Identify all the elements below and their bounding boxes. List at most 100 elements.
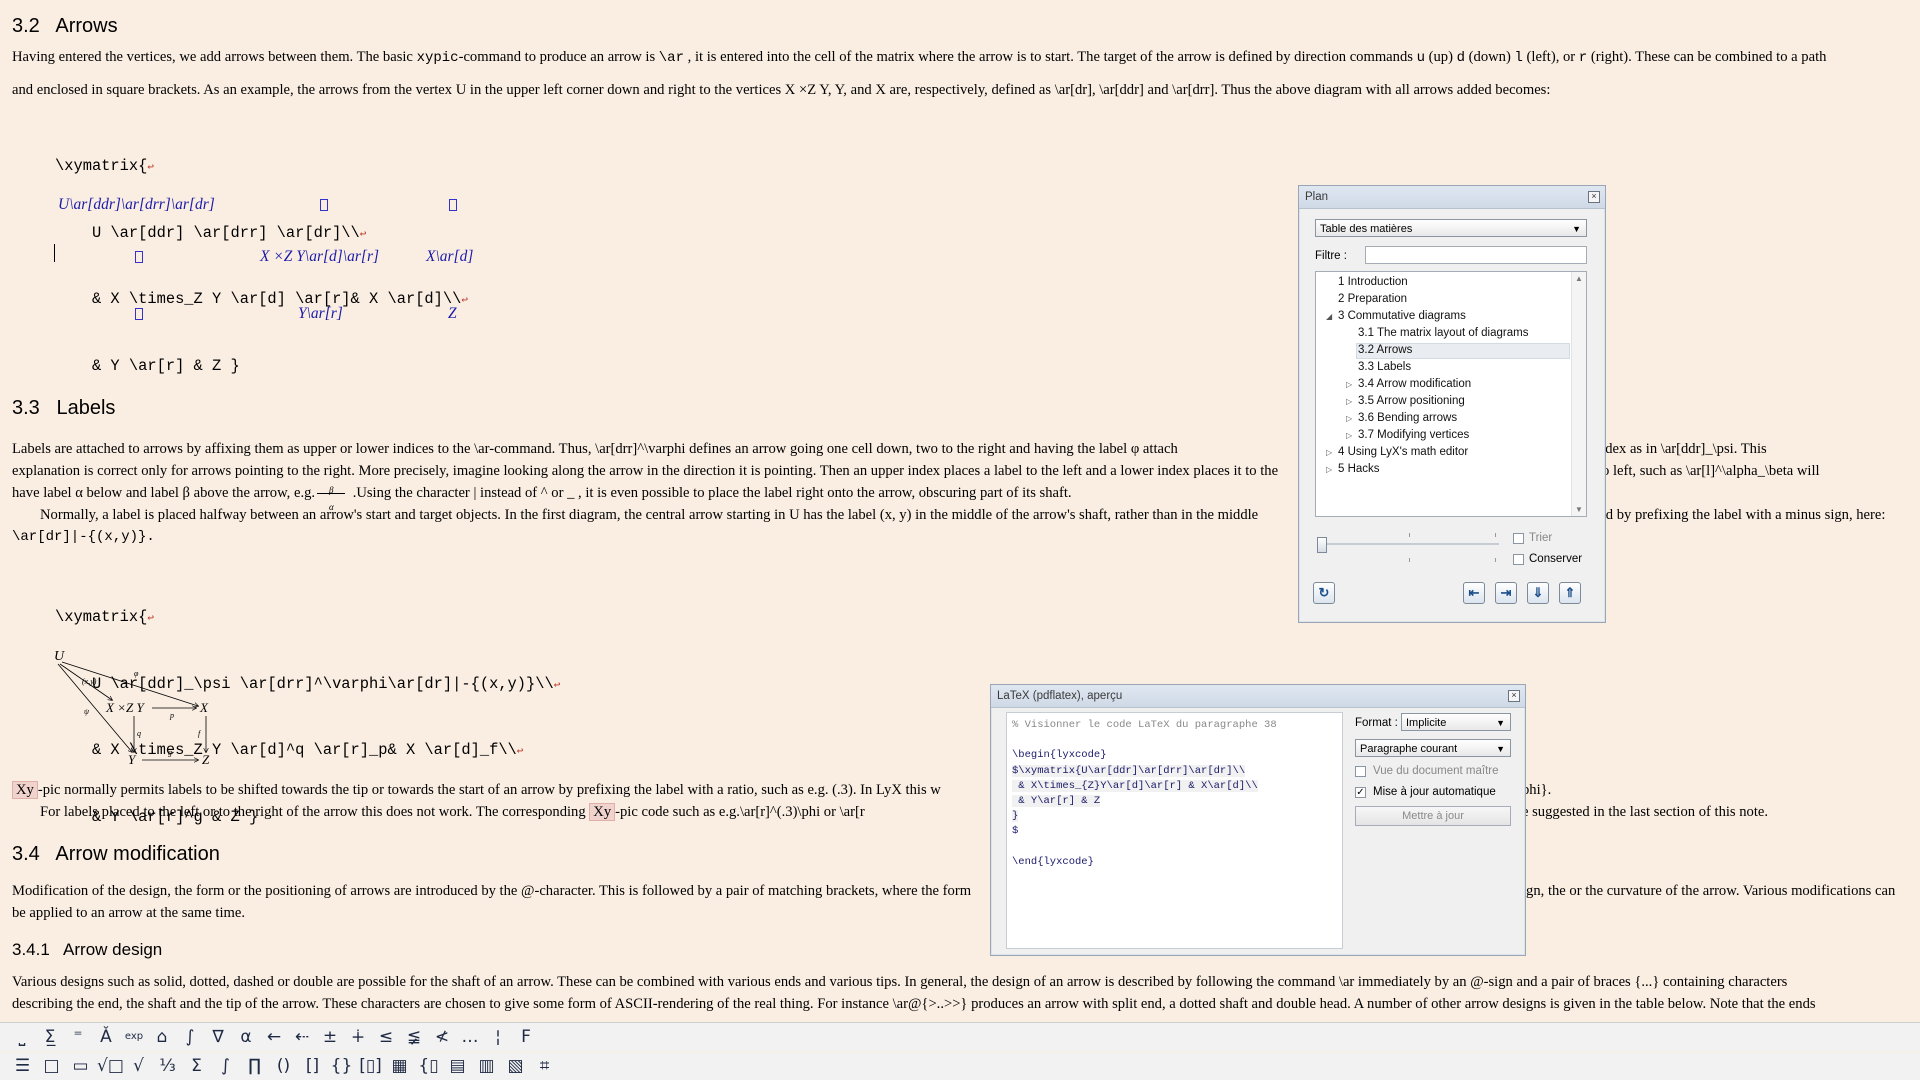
math-tool-button[interactable]: Σ [184,1055,209,1077]
matrix-cell-placeholder[interactable] [135,251,143,263]
document-view[interactable]: 3.2 Arrows Having entered the vertices, … [0,0,1920,1020]
paragraph-3-3-line3[interactable]: have label α below and label β above the… [12,482,1302,512]
math-tool-button[interactable]: ≮ [430,1026,454,1048]
scroll-down-icon[interactable]: ▼ [1575,505,1583,514]
toc-item[interactable]: 4 Using LyX's math editor [1338,446,1468,458]
toc-item[interactable]: 3.3 Labels [1358,361,1411,373]
math-tool-button[interactable]: ⌗ [532,1055,557,1077]
math-tool-button[interactable]: √ [126,1055,151,1077]
toc-item[interactable]: 2 Preparation [1338,293,1407,305]
update-button[interactable]: Mettre à jour [1355,806,1511,826]
toc-item[interactable]: 5 Hacks [1338,463,1380,475]
depth-slider-handle[interactable] [1317,537,1327,553]
paragraph-3-3-line5[interactable]: \ar[dr]|-{(x,y)}. [12,526,1907,548]
paragraph-3-4-line1-right[interactable]: ign, the or the curvature of the arrow. … [1522,880,1912,902]
matrix-cell-r3c3[interactable]: Z [448,305,457,323]
close-icon[interactable]: × [1588,191,1600,203]
math-tool-button[interactable]: ▥ [474,1055,499,1077]
math-tool-button[interactable]: ⅓ [155,1055,180,1077]
math-tool-button[interactable]: ⎵ [10,1026,34,1048]
math-tool-button[interactable]: ← [262,1026,286,1048]
preview-titlebar[interactable]: LaTeX (pdflatex), aperçu × [991,685,1525,708]
expand-icon[interactable]: ▷ [1326,448,1332,457]
math-tool-button[interactable]: ≨ [402,1026,426,1048]
paragraph-3-3-line1[interactable]: Labels are attached to arrows by affixin… [12,438,1302,460]
math-tool-button[interactable]: ± [318,1026,342,1048]
math-tool-button[interactable]: exp [122,1026,146,1048]
math-tool-button[interactable]: ⌂ [150,1026,174,1048]
sort-checkbox[interactable] [1513,533,1524,544]
math-tool-button[interactable]: {▯ [416,1055,441,1077]
math-tool-button[interactable]: ¦ [486,1026,510,1048]
matrix-cell-r2c3[interactable]: X\ar[d] [426,248,473,266]
math-tool-button[interactable]: … [458,1026,482,1048]
latex-preview-panel[interactable]: LaTeX (pdflatex), aperçu × % Visionner le… [990,684,1526,956]
math-tool-button[interactable]: ∫ [178,1026,202,1048]
matrix-cell-placeholder[interactable] [449,199,457,211]
toc-item[interactable]: 3 Commutative diagrams [1338,310,1466,322]
math-tool-button[interactable]: ∇ [206,1026,230,1048]
xy-inset[interactable]: Xy [589,803,616,821]
plan-titlebar[interactable]: Plan × [1299,186,1605,209]
move-up-button[interactable]: ⇑ [1559,582,1581,604]
math-tool-button[interactable]: ≤ [374,1026,398,1048]
master-view-checkbox[interactable] [1355,766,1366,777]
math-tool-button[interactable]: Σ̲ [38,1026,62,1048]
format-select[interactable]: Implicite ▼ [1401,713,1511,731]
paragraph-select[interactable]: Paragraphe courant ▼ [1355,739,1511,757]
paragraph-3-4-1-line1[interactable]: Various designs such as solid, dotted, d… [12,971,1907,993]
expand-icon[interactable]: ▷ [1346,380,1352,389]
toc-item[interactable]: 3.4 Arrow modification [1358,378,1471,390]
refresh-button[interactable]: ↻ [1313,582,1335,604]
expand-icon[interactable]: ▷ [1346,414,1352,423]
toc-tree[interactable]: ▲ ▼ 1 Introduction 2 Preparation ◢ 3 Commut… [1315,271,1587,517]
scroll-up-icon[interactable]: ▲ [1575,274,1583,283]
paragraph-3-3-line7-right[interactable]: e suggested in the last section of this … [1522,801,1912,823]
paragraph-3-3-line2-right[interactable]: o left, such as \ar[l]^\alpha_\beta will [1602,460,1912,482]
paragraph-3-3-line6-right[interactable]: phi}. [1522,779,1722,801]
matrix-cell-placeholder[interactable] [135,308,143,320]
auto-update-checkbox[interactable]: ✓ [1355,787,1366,798]
expand-icon[interactable]: ▷ [1346,431,1352,440]
filter-input[interactable] [1365,246,1587,264]
matrix-cell-r3c2[interactable]: Y\ar[r] [298,305,343,323]
paragraph-3-2-line2[interactable]: and enclosed in square brackets. As an e… [12,79,1907,101]
math-tool-button[interactable]: {} [329,1055,354,1077]
paragraph-3-3-line6[interactable]: Xy -pic normally permits labels to be shi… [12,779,992,801]
keep-checkbox[interactable] [1513,554,1524,565]
math-tool-button[interactable]: ∫ [213,1055,238,1077]
matrix-cell-placeholder[interactable] [320,199,328,211]
math-tool-button[interactable]: ▭ [68,1055,93,1077]
depth-slider-track[interactable] [1317,543,1499,545]
math-tool-button[interactable]: () [271,1055,296,1077]
math-tool-button[interactable]: ▦ [387,1055,412,1077]
math-tool-button[interactable]: ▧ [503,1055,528,1077]
plan-panel[interactable]: Plan × Table des matières ▼ Filtre : ▲ ▼ 1… [1298,185,1606,623]
promote-button[interactable]: ⇤ [1463,582,1485,604]
matrix-cell-r2c2[interactable]: X ×Z Y\ar[d]\ar[r] [260,248,379,266]
toc-item[interactable]: 3.6 Bending arrows [1358,412,1457,424]
toc-item[interactable]: 3.1 The matrix layout of diagrams [1358,327,1528,339]
math-tool-button[interactable]: [▯] [358,1055,383,1077]
math-tool-button[interactable]: √□ [97,1055,124,1077]
close-icon[interactable]: × [1508,690,1520,702]
math-tool-button[interactable]: [] [300,1055,325,1077]
xy-inset[interactable]: Xy [12,781,38,799]
toc-type-select[interactable]: Table des matières ▼ [1315,219,1587,237]
paragraph-3-4-line2[interactable]: be applied to an arrow at the same time. [12,902,1907,924]
matrix-cell-r1c1[interactable]: U\ar[ddr]\ar[drr]\ar[dr] [58,196,215,214]
math-inset-diagram-1[interactable]: U\ar[ddr]\ar[drr]\ar[dr] X ×Z Y\ar[d]\ar… [52,196,484,328]
math-tool-button[interactable]: ☰ [10,1055,35,1077]
paragraph-3-2-line1[interactable]: Having entered the vertices, we add arro… [12,46,1907,69]
expand-icon[interactable]: ▷ [1326,465,1332,474]
expand-icon[interactable]: ▷ [1346,397,1352,406]
toc-item[interactable]: 3.2 Arrows [1358,344,1412,356]
math-tool-button[interactable]: Ǎ [94,1026,118,1048]
math-tool-button[interactable]: ▤ [445,1055,470,1077]
paragraph-3-3-line4[interactable]: Normally, a label is placed halfway betw… [40,504,1300,526]
paragraph-3-4-1-line2[interactable]: describing the end, the shaft and the ti… [12,993,1907,1015]
tree-scrollbar[interactable]: ▲ ▼ [1571,272,1586,516]
math-tool-button[interactable]: ⁼ [66,1026,90,1048]
demote-button[interactable]: ⇥ [1495,582,1517,604]
collapse-icon[interactable]: ◢ [1326,312,1332,321]
